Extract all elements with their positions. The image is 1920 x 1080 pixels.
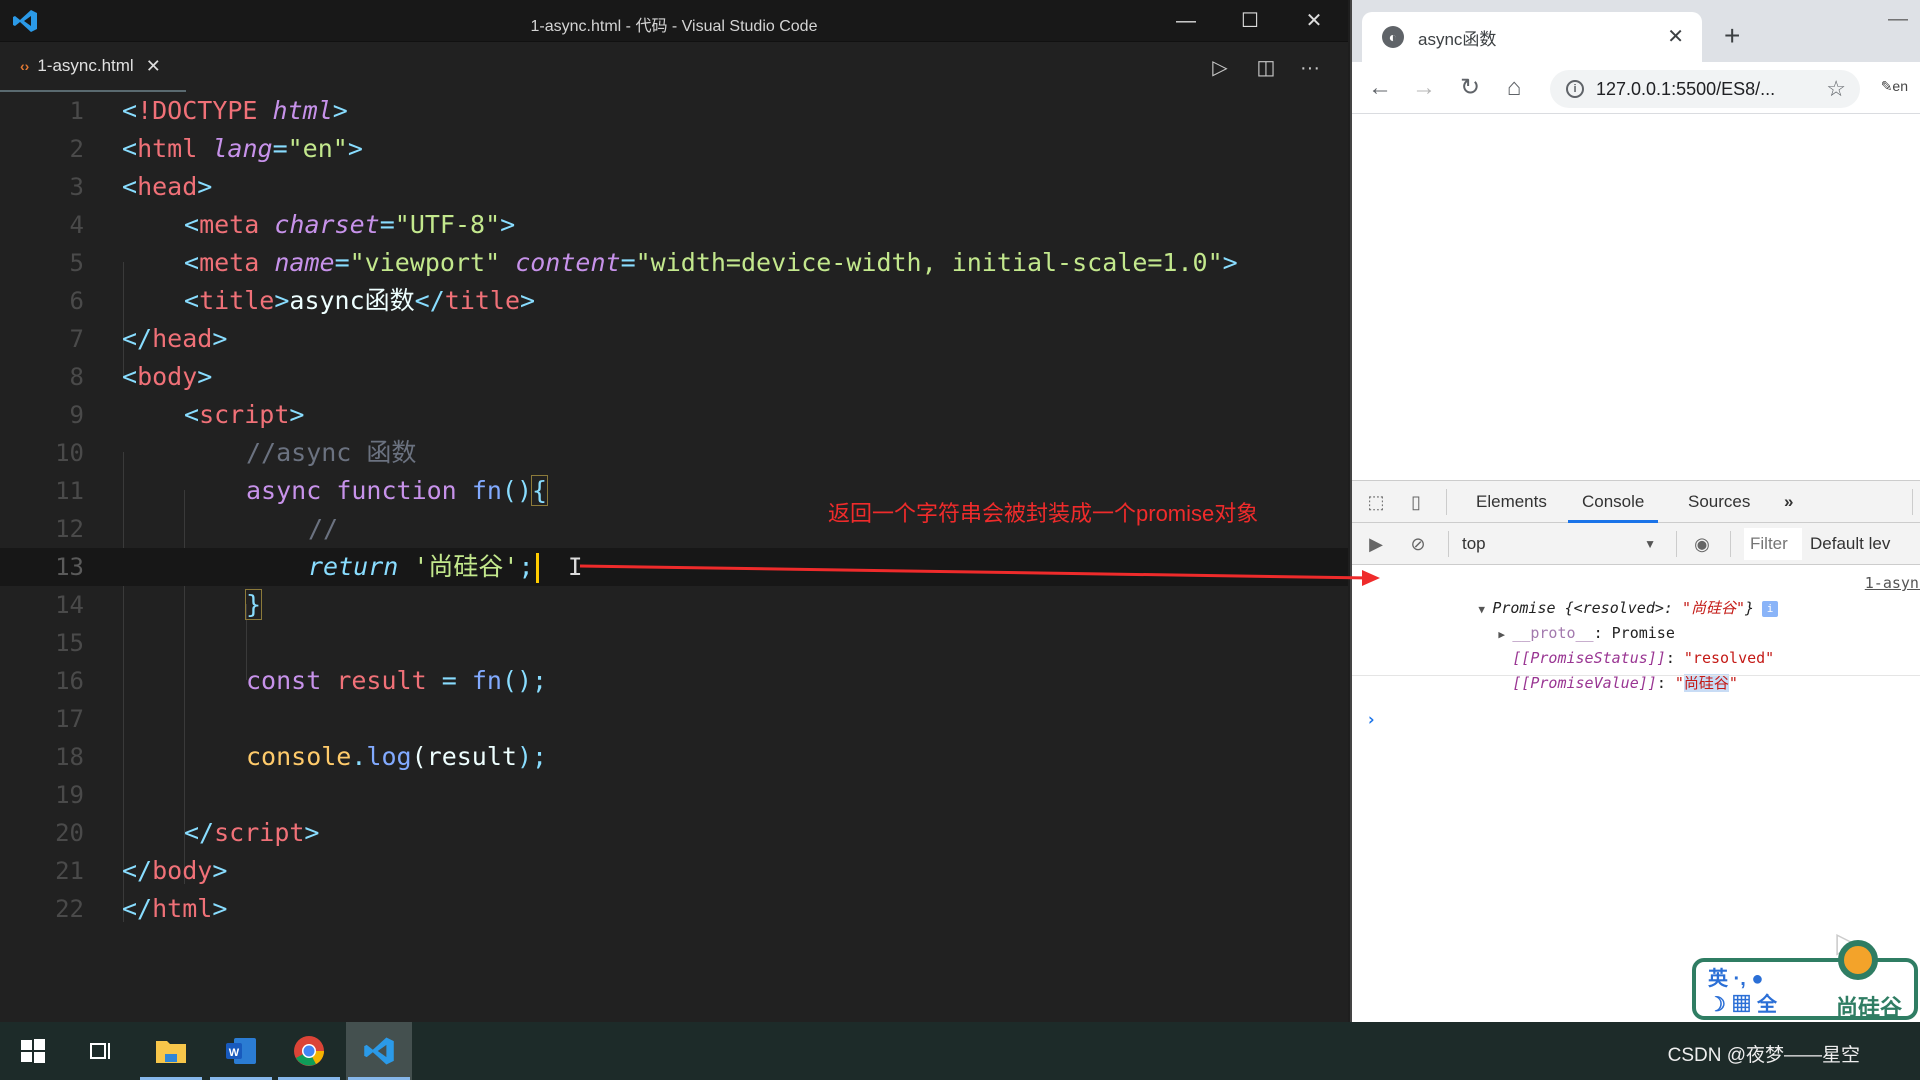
address-text: 127.0.0.1:5500/ES8/... <box>1596 78 1776 99</box>
dropdown-caret-icon: ▼ <box>1644 537 1656 551</box>
code-line: 8 <body> <box>69 362 213 391</box>
maximize-button[interactable]: ☐ <box>1230 6 1270 36</box>
minimize-button[interactable]: — <box>1166 6 1206 36</box>
new-tab-button[interactable]: + <box>1724 20 1740 52</box>
run-icon[interactable]: ▷ <box>1206 54 1234 82</box>
watermark-text: CSDN @夜梦——星空 <box>1667 1045 1860 1066</box>
tab-1-async-html[interactable]: ‹› 1-async.html ✕ <box>0 42 186 92</box>
code-editor[interactable]: 1 <!DOCTYPE html> 2 <html lang="en"> 3 <hea… <box>0 92 1348 1022</box>
divider <box>1446 489 1447 515</box>
console-property-row[interactable]: ▶ __proto__: Promise <box>1352 596 1920 642</box>
ime-indicator: 英 ·, ● ☽ ▦ 全 <box>1708 968 1778 1016</box>
code-line: 1 <!DOCTYPE html> <box>69 96 348 125</box>
prompt-chevron-icon: › <box>1366 710 1377 730</box>
tab-close-icon[interactable]: ✕ <box>146 56 161 77</box>
title-bar: 1-async.html - 代码 - Visual Studio Code —… <box>0 0 1348 42</box>
code-line: 6 <title>async函数</title> <box>69 286 536 315</box>
ime-status-widget: 英 ·, ● ☽ ▦ 全 尚硅谷 <box>1692 958 1918 1020</box>
start-icon[interactable] <box>0 1022 66 1080</box>
editor-tab-bar: ‹› 1-async.html ✕ ▷ ◫ ··· <box>0 42 1348 92</box>
code-line: 2 <html lang="en"> <box>69 134 363 163</box>
reload-icon[interactable]: ↻ <box>1454 72 1486 104</box>
chrome-icon[interactable] <box>276 1022 342 1080</box>
svg-text:W: W <box>229 1047 240 1059</box>
address-bar[interactable]: i 127.0.0.1:5500/ES8/... ☆ <box>1550 70 1860 108</box>
home-icon[interactable]: ⌂ <box>1498 72 1530 104</box>
vscode-window: 1-async.html - 代码 - Visual Studio Code —… <box>0 0 1348 1022</box>
minimize-button[interactable]: — <box>1888 8 1908 31</box>
code-line: 21 </body> <box>55 856 228 885</box>
inspect-element-icon[interactable]: ⬚ <box>1364 490 1388 514</box>
text-cursor <box>535 553 539 583</box>
window-title: 1-async.html - 代码 - Visual Studio Code <box>530 18 818 35</box>
split-editor-icon[interactable]: ◫ <box>1252 54 1280 82</box>
code-line: 16 const result = fn(); <box>55 666 548 695</box>
taskbar: W CSDN @夜梦——星空 <box>0 1022 1920 1080</box>
console-toolbar: ▶ ⊘ top ▼ ◉ Default lev <box>1352 523 1920 565</box>
code-line: 15 <box>55 629 84 657</box>
divider <box>1730 531 1731 557</box>
divider <box>1448 531 1449 557</box>
console-property-row: [[PromiseStatus]]: "resolved" <box>1512 649 1775 667</box>
annotation-text: 返回一个字符串会被封装成一个promise对象 <box>828 501 1259 526</box>
browser-window: ◐ async函数 ✕ + — ← → ↻ ⌂ i 127.0.0.1:5500… <box>1350 0 1920 1022</box>
brand-logo-icon <box>1838 940 1878 980</box>
live-expression-eye-icon[interactable]: ◉ <box>1690 532 1714 556</box>
code-line: 9 <script> <box>69 400 305 429</box>
more-actions-icon[interactable]: ··· <box>1296 54 1324 82</box>
console-prompt[interactable]: › <box>1352 683 1920 730</box>
sidebar-toggle-icon[interactable]: ▶ <box>1364 532 1388 556</box>
code-line: 7 </head> <box>69 324 228 353</box>
brand-watermark: 尚硅谷 <box>1835 995 1902 1020</box>
tab-sources[interactable]: Sources <box>1688 481 1750 523</box>
code-line: 17 <box>55 705 84 733</box>
word-icon[interactable]: W <box>208 1022 274 1080</box>
log-levels-dropdown[interactable]: Default lev <box>1810 529 1890 559</box>
forward-arrow-icon[interactable]: → <box>1408 72 1440 104</box>
vscode-icon[interactable] <box>346 1022 412 1080</box>
tab-label: 1-async.html <box>37 56 134 75</box>
html-file-icon: ‹› <box>20 58 30 74</box>
tab-console[interactable]: Console <box>1568 481 1659 523</box>
bookmark-star-icon[interactable]: ☆ <box>1826 76 1846 102</box>
tab-close-icon[interactable]: ✕ <box>1667 24 1684 49</box>
divider <box>1676 531 1677 557</box>
console-filter-input[interactable] <box>1744 528 1802 560</box>
globe-icon: ◐ <box>1382 26 1404 48</box>
more-tabs-button[interactable]: » <box>1784 481 1793 523</box>
code-line: 3 <head> <box>69 172 213 201</box>
site-info-icon[interactable]: i <box>1566 80 1584 98</box>
device-toolbar-icon[interactable]: ▯ <box>1404 490 1428 514</box>
tab-elements[interactable]: Elements <box>1476 481 1547 523</box>
code-line: 20 </script> <box>55 818 320 847</box>
code-line: 18 console.log(result); <box>55 742 548 771</box>
ibeam-cursor-icon: I <box>568 553 583 581</box>
code-line: 5 <meta name="viewport" content="width=de… <box>69 248 1238 277</box>
console-property-row: [[PromiseValue]]: "尚硅谷" <box>1512 674 1738 692</box>
back-arrow-icon[interactable]: ← <box>1364 72 1396 104</box>
close-window-button[interactable]: ✕ <box>1294 6 1334 36</box>
translate-extension-icon[interactable]: ✎en <box>1881 78 1908 95</box>
browser-tab[interactable]: ◐ async函数 ✕ <box>1362 12 1702 62</box>
code-line: 10//async 函数 <box>55 438 417 467</box>
source-link[interactable]: 1-async <box>1865 571 1920 596</box>
divider <box>1352 675 1920 676</box>
console-log-entry[interactable]: ▼Promise {<resolved>: "尚硅谷"}i 1-async <box>1352 571 1920 617</box>
context-selector[interactable]: top ▼ <box>1462 529 1662 559</box>
divider <box>1912 489 1913 515</box>
code-line-current: 13 return '尚硅谷'; <box>0 548 1348 586</box>
code-line: 14} <box>55 589 263 620</box>
browser-toolbar: ← → ↻ ⌂ i 127.0.0.1:5500/ES8/... ☆ ✎en <box>1352 62 1920 114</box>
code-line: 19 <box>55 781 84 809</box>
file-explorer-icon[interactable] <box>138 1022 204 1080</box>
code-line: 22 </html> <box>55 894 228 923</box>
devtools-tab-bar: ⬚ ▯ Elements Console Sources » <box>1352 481 1920 523</box>
clear-console-icon[interactable]: ⊘ <box>1406 532 1430 556</box>
task-view-icon[interactable] <box>68 1022 134 1080</box>
browser-tab-title: async函数 <box>1418 29 1497 49</box>
code-line: 4 <meta charset="UTF-8"> <box>69 210 516 239</box>
browser-tab-strip: ◐ async函数 ✕ + — <box>1352 0 1920 62</box>
